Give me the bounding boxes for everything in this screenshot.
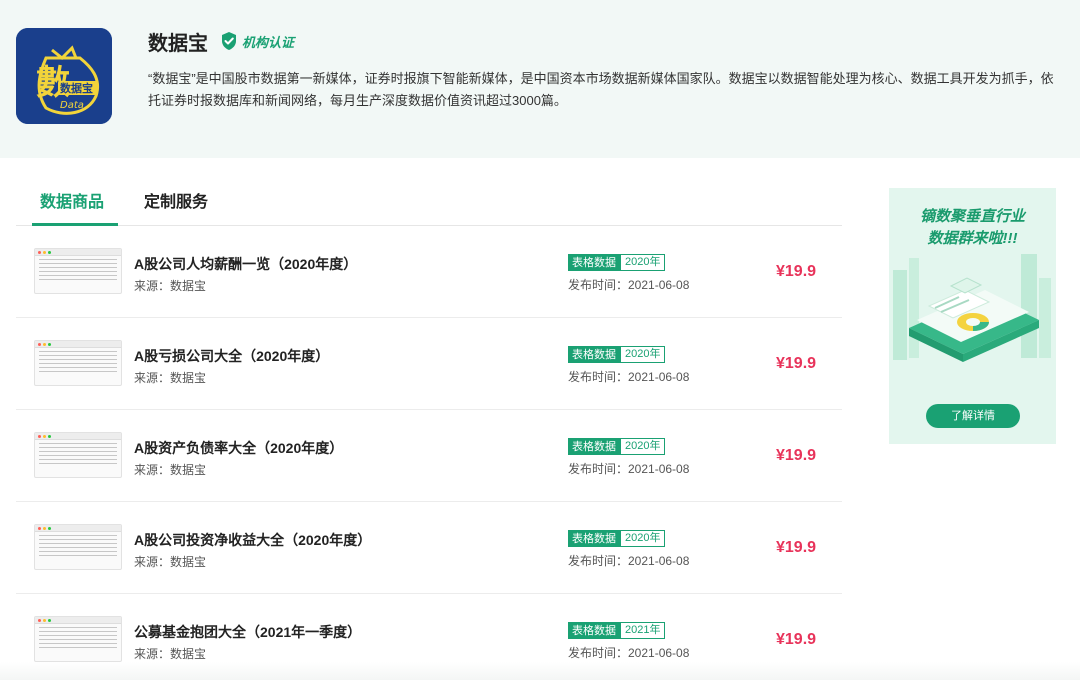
year-badge: 2021年: [620, 622, 666, 639]
product-row[interactable]: A股亏损公司大全（2020年度） 来源：数据宝 表格数据 2020年 发布时间：…: [16, 318, 842, 410]
data-type-badge: 表格数据: [568, 530, 620, 547]
bottom-fade: [0, 662, 1080, 680]
publish-date: 发布时间：2021-06-08: [568, 462, 690, 476]
tab-custom-services[interactable]: 定制服务: [144, 188, 208, 212]
promo-title: 镝数聚垂直行业 数据群来啦!!!: [889, 206, 1056, 250]
year-badge: 2020年: [620, 254, 666, 271]
product-thumbnail: [34, 616, 122, 662]
product-name[interactable]: 公募基金抱团大全（2021年一季度）: [134, 622, 361, 642]
product-tags: 表格数据 2020年: [568, 346, 666, 363]
year-badge: 2020年: [620, 438, 666, 455]
shield-check-icon: [222, 32, 236, 50]
product-tags: 表格数据 2020年: [568, 438, 666, 455]
data-type-badge: 表格数据: [568, 438, 620, 455]
isometric-dashboard-illustration: [893, 254, 1051, 362]
verified-badge: 机构认证: [220, 31, 294, 51]
year-badge: 2020年: [620, 530, 666, 547]
product-row[interactable]: A股资产负债率大全（2020年度） 来源：数据宝 表格数据 2020年 发布时间…: [16, 410, 842, 502]
publish-date: 发布时间：2021-06-08: [568, 278, 690, 292]
tab-data-products[interactable]: 数据商品: [40, 188, 104, 212]
tab-bar: 数据商品 定制服务: [16, 158, 842, 226]
product-price: ¥19.9: [776, 447, 817, 464]
logo-text: 数据宝: [60, 81, 93, 95]
publish-date: 发布时间：2021-06-08: [568, 646, 690, 660]
product-tags: 表格数据 2021年: [568, 622, 666, 639]
brand-logo: 數 数据宝 Data: [16, 28, 112, 124]
product-tags: 表格数据 2020年: [568, 254, 666, 271]
logo-subtext: Data: [60, 100, 84, 111]
product-thumbnail: [34, 248, 122, 294]
profile-header: 數 数据宝 Data 数据宝 机构认证 “数据宝”是中国股市数据第一新媒体，证券…: [0, 0, 1080, 158]
learn-more-button[interactable]: 了解详情: [926, 404, 1020, 428]
verified-label: 机构认证: [242, 34, 295, 50]
product-price: ¥19.9: [776, 263, 817, 280]
profile-description: “数据宝”是中国股市数据第一新媒体，证券时报旗下智能新媒体，是中国资本市场数据新…: [148, 71, 1054, 108]
product-row[interactable]: A股公司人均薪酬一览（2020年度） 来源：数据宝 表格数据 2020年 发布时…: [16, 226, 842, 318]
promo-title-line1: 镝数聚垂直行业: [919, 208, 1025, 225]
product-row[interactable]: A股公司投资净收益大全（2020年度） 来源：数据宝 表格数据 2020年 发布…: [16, 502, 842, 594]
product-list: A股公司人均薪酬一览（2020年度） 来源：数据宝 表格数据 2020年 发布时…: [16, 226, 842, 680]
data-type-badge: 表格数据: [568, 254, 620, 271]
publish-date: 发布时间：2021-06-08: [568, 554, 690, 568]
product-price: ¥19.9: [776, 539, 817, 556]
product-source: 来源：数据宝: [134, 463, 207, 477]
product-source: 来源：数据宝: [134, 279, 207, 293]
year-badge: 2020年: [620, 346, 666, 363]
product-name[interactable]: A股亏损公司大全（2020年度）: [134, 346, 329, 366]
product-source: 来源：数据宝: [134, 371, 207, 385]
publish-date: 发布时间：2021-06-08: [568, 370, 690, 384]
product-thumbnail: [34, 340, 122, 386]
product-source: 来源：数据宝: [134, 647, 207, 661]
product-name[interactable]: A股公司人均薪酬一览（2020年度）: [134, 254, 357, 274]
data-type-badge: 表格数据: [568, 346, 620, 363]
product-thumbnail: [34, 524, 122, 570]
promo-banner[interactable]: 镝数聚垂直行业 数据群来啦!!! 了解详情: [889, 188, 1056, 444]
promo-title-line2: 数据群来啦!!!: [927, 230, 1018, 247]
data-type-badge: 表格数据: [568, 622, 620, 639]
product-name[interactable]: A股资产负债率大全（2020年度）: [134, 438, 343, 458]
product-name[interactable]: A股公司投资净收益大全（2020年度）: [134, 530, 371, 550]
product-price: ¥19.9: [776, 355, 817, 372]
product-price: ¥19.9: [776, 631, 817, 648]
product-source: 来源：数据宝: [134, 555, 207, 569]
product-thumbnail: [34, 432, 122, 478]
page-title: 数据宝: [148, 32, 208, 55]
product-tags: 表格数据 2020年: [568, 530, 666, 547]
title-row: 数据宝 机构认证: [148, 28, 294, 55]
